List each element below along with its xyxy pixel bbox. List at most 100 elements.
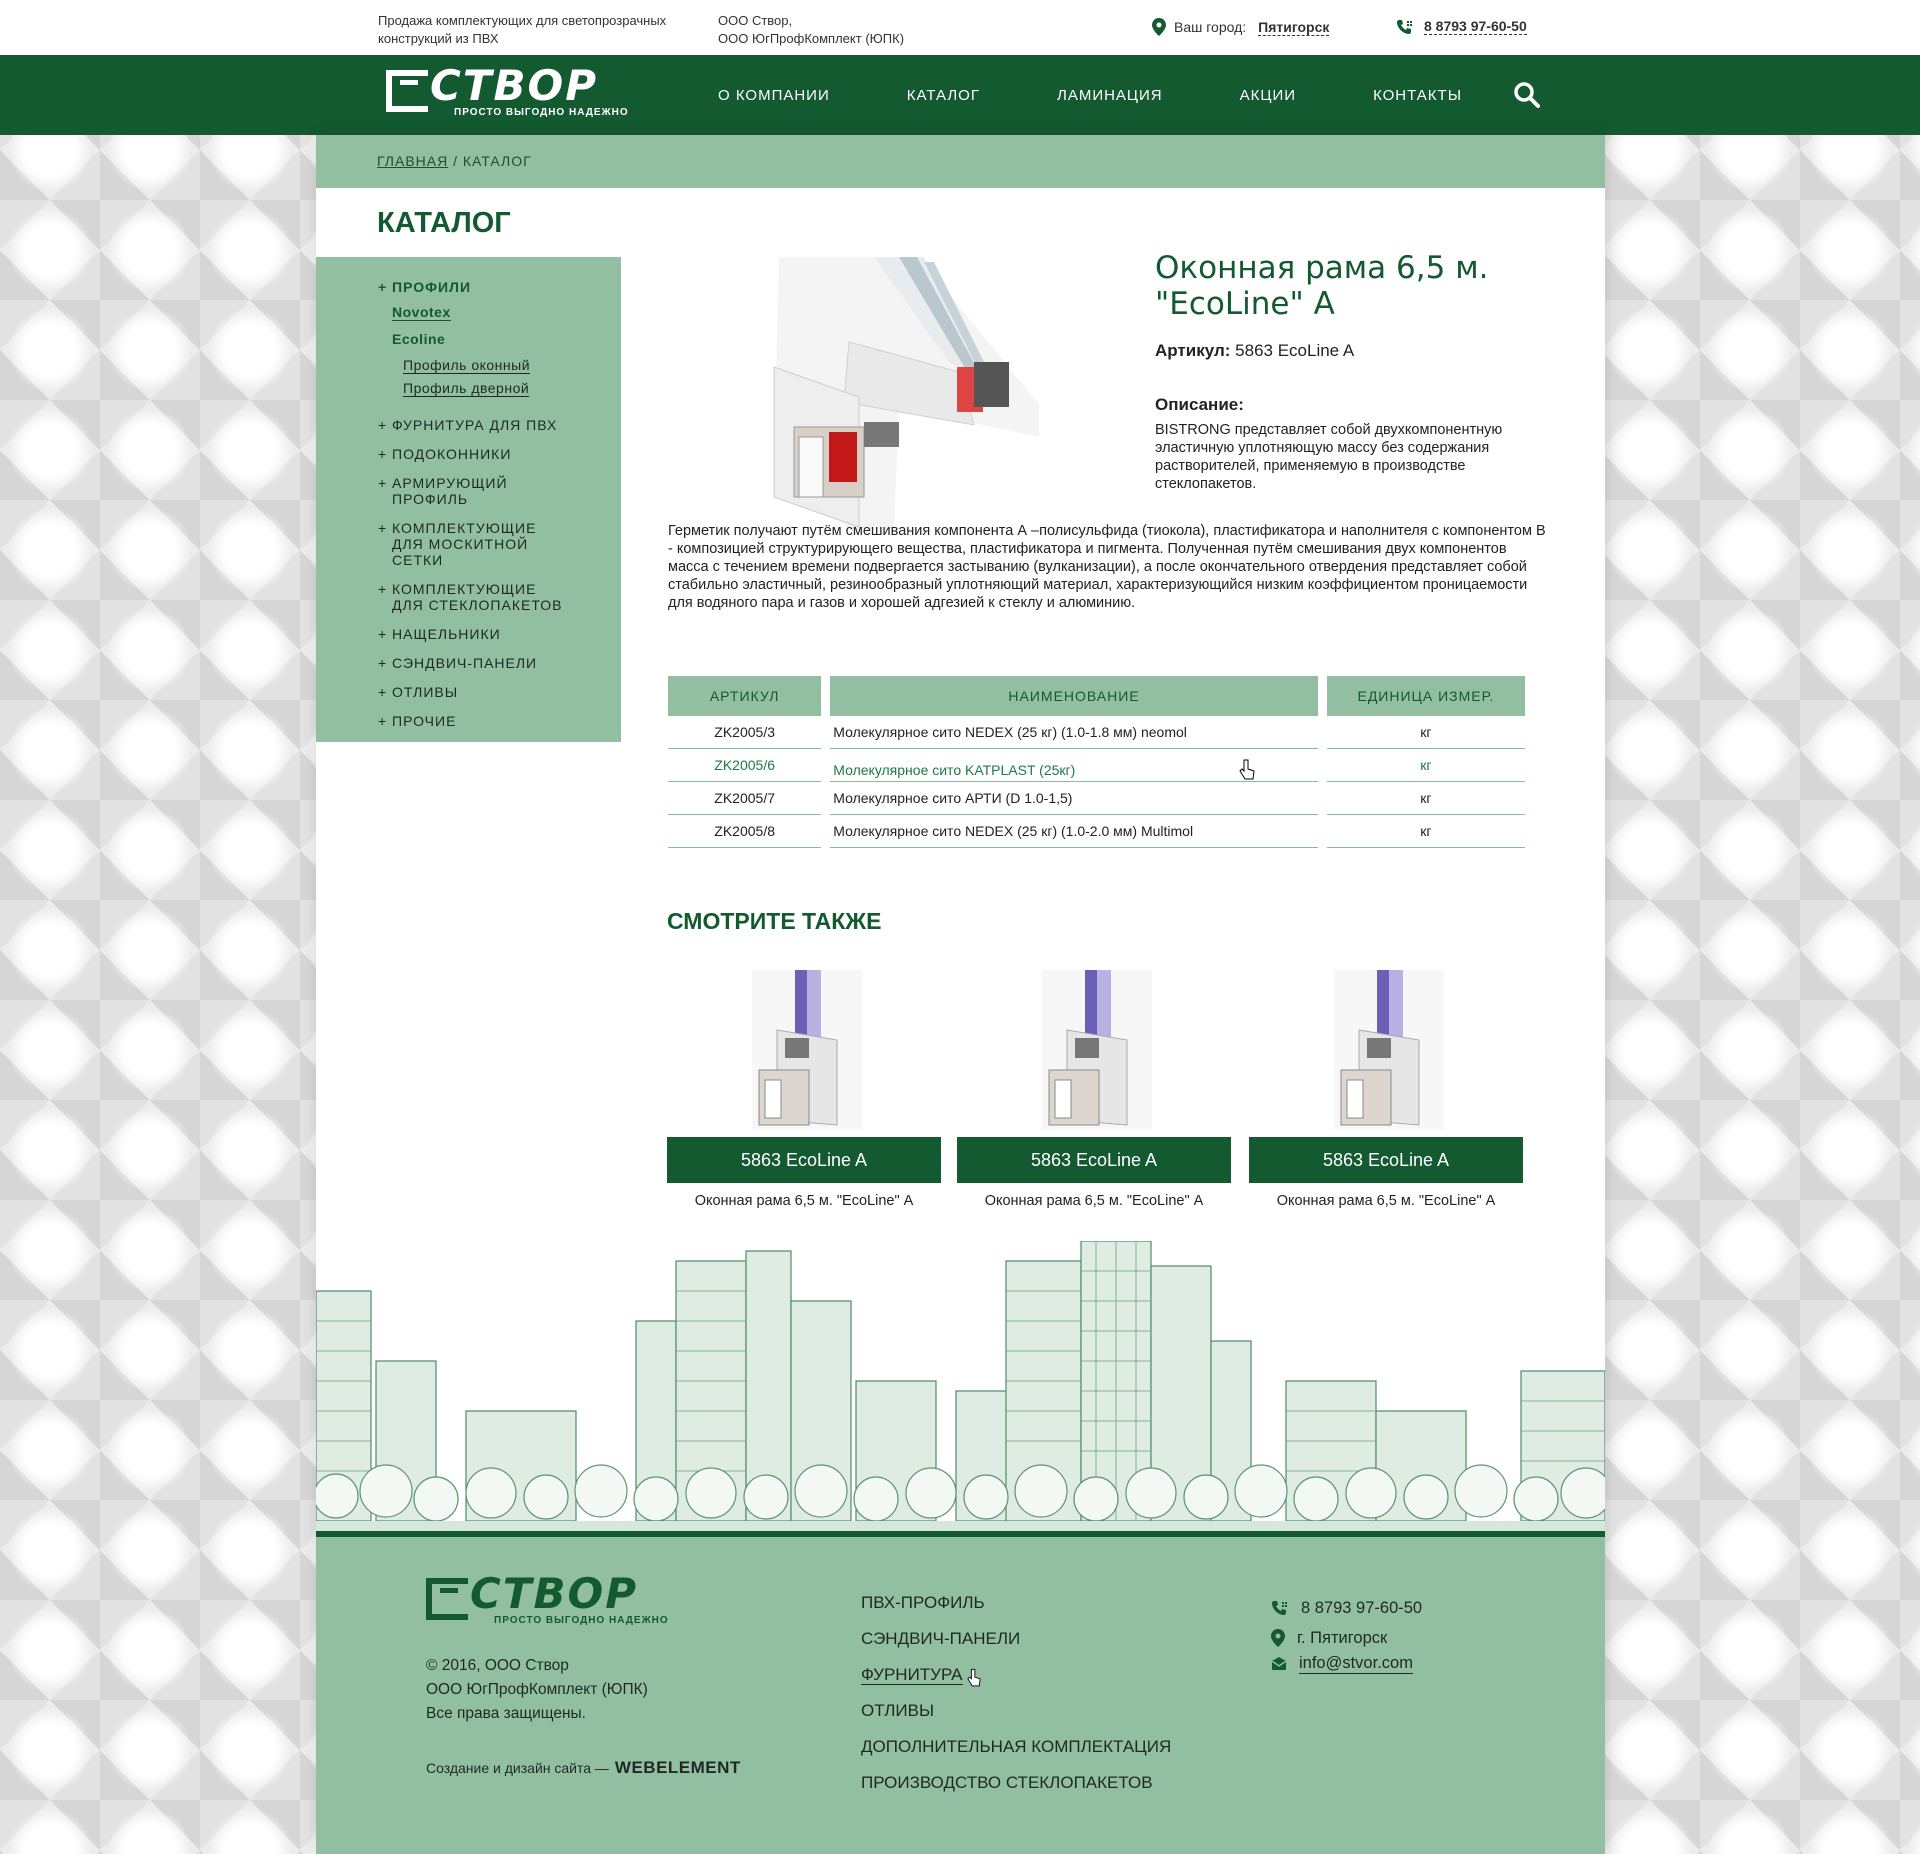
breadcrumb-separator: / [453,153,458,169]
catalog-sidebar: ПРОФИЛИ Novotex Ecoline Профиль оконный … [316,257,621,742]
related-card-image[interactable] [1249,970,1523,1130]
table-row[interactable]: ZK2005/3 Молекулярное сито NEDEX (25 кг)… [668,716,1525,749]
footer-email[interactable]: info@stvor.com [1271,1653,1422,1674]
cell-unit: кг [1326,782,1525,815]
cell-name[interactable]: Молекулярное сито NEDEX (25 кг) (1.0-1.8… [830,716,1318,749]
top-bar: Продажа комплектующих для светопрозрачны… [0,0,1920,55]
nav-item-promo[interactable]: АКЦИИ [1240,87,1296,104]
description-paragraph-2: Герметик получают путём смешивания компо… [668,523,1546,611]
phone-number[interactable]: 8 8793 97-60-50 [1424,18,1527,35]
mail-icon [1271,1656,1287,1670]
footer-menu-item[interactable]: ОТЛИВЫ [861,1693,1171,1729]
footer-logo[interactable]: СТВОР ПРОСТО ВЫГОДНО НАДЕЖНО [426,1569,696,1635]
breadcrumb-current: КАТАЛОГ [462,153,532,169]
related-card-button[interactable]: 5863 EcoLine A [667,1137,941,1183]
city-label: Ваш город: [1174,19,1247,35]
city-selector[interactable]: Ваш город: Пятигорск [1152,18,1330,36]
credit-text: Создание и дизайн сайта — [426,1760,609,1776]
sidebar-item-reinforcing[interactable]: АРМИРУЮЩИЙ ПРОФИЛЬ [316,475,516,507]
cell-unit: кг [1326,815,1525,848]
nav-item-catalog[interactable]: КАТАЛОГ [907,87,980,104]
related-card[interactable]: 5863 EcoLine A Оконная рама 6,5 м. "EcoL… [1249,970,1523,1209]
breadcrumb: ГЛАВНАЯ / КАТАЛОГ [316,135,1605,188]
company-name-2: ООО ЮгПрофКомплект (ЮПК) [718,31,905,46]
cell-name-text[interactable]: Молекулярное сито KATPLAST (25кг) [833,762,1075,778]
related-card-image[interactable] [957,970,1231,1130]
nav-menu: О КОМПАНИИ КАТАЛОГ ЛАМИНАЦИЯ АКЦИИ КОНТА… [718,55,1539,135]
copyright-line-3: Все права защищены. [426,1705,586,1722]
sidebar-item-sandwich[interactable]: СЭНДВИЧ-ПАНЕЛИ [316,655,621,671]
footer-menu-item[interactable]: СЭНДВИЧ-ПАНЕЛИ [861,1621,1171,1657]
copyright-line-2: ООО ЮгПрофКомплект (ЮПК) [426,1681,648,1698]
main-navigation: СТВОР ПРОСТО ВЫГОДНО НАДЕЖНО О КОМПАНИИ … [0,55,1920,135]
sidebar-subitems: Novotex Ecoline Профиль оконный Профиль … [316,304,621,403]
related-card-button[interactable]: 5863 EcoLine A [957,1137,1231,1183]
sidebar-item-profiles[interactable]: ПРОФИЛИ [316,279,621,295]
sidebar-subitem-ecoline[interactable]: Ecoline [392,331,445,347]
cell-name[interactable]: Молекулярное сито NEDEX (25 кг) (1.0-2.0… [830,815,1318,848]
footer-menu: ПВХ-ПРОФИЛЬ СЭНДВИЧ-ПАНЕЛИ ФУРНИТУРА ОТЛ… [861,1585,1171,1801]
footer-menu-item[interactable]: ФУРНИТУРА [861,1657,1171,1693]
copyright-line-1: © 2016, ООО Створ [426,1657,569,1674]
footer-contacts: 8 8793 97-60-50 г. Пятигорск info@stvor.… [1271,1593,1422,1674]
map-pin-icon [1152,18,1166,36]
sidebar-item-trims[interactable]: НАЩЕЛЬНИКИ [316,626,621,642]
header-phone[interactable]: 8 8793 97-60-50 [1396,18,1527,35]
footer-email-link[interactable]: info@stvor.com [1299,1653,1413,1674]
product-image [749,257,1049,529]
main-container: ГЛАВНАЯ / КАТАЛОГ КАТАЛОГ ПРОФИЛИ Novote… [313,135,1612,1854]
footer-menu-item[interactable]: ПВХ-ПРОФИЛЬ [861,1585,1171,1621]
cell-article: ZK2005/6 [668,749,822,782]
sidebar-item-hardware[interactable]: ФУРНИТУРА ДЛЯ ПВХ [316,417,621,433]
footer-menu-item-label[interactable]: ФУРНИТУРА [861,1665,963,1685]
cell-name[interactable]: Молекулярное сито АРТИ (D 1.0-1,5) [830,782,1318,815]
logo-mark [386,70,428,112]
search-button[interactable] [1513,81,1541,114]
article-label: Артикул: [1155,341,1231,360]
sidebar-item-sills[interactable]: ПОДОКОННИКИ [316,446,621,462]
studio-logo[interactable]: WEBELEMENT [615,1758,741,1778]
city-link[interactable]: Пятигорск [1258,19,1330,36]
see-also-title: СМОТРИТЕ ТАКЖЕ [667,908,882,934]
sidebar-subitem-novotex[interactable]: Novotex [392,304,451,321]
cell-article: ZK2005/7 [668,782,822,815]
cursor-hand-icon [967,1668,981,1687]
sidebar-subitem-window-profile[interactable]: Профиль оконный [403,357,531,374]
cell-name[interactable]: Молекулярное сито KATPLAST (25кг) [830,749,1318,782]
footer-city: г. Пятигорск [1271,1623,1422,1653]
table-row[interactable]: ZK2005/6 Молекулярное сито KATPLAST (25к… [668,749,1525,782]
breadcrumb-home[interactable]: ГЛАВНАЯ [377,153,448,169]
description-paragraph-1: BISTRONG представляет собой двухкомпонен… [1155,422,1503,492]
sidebar-subitem-door-profile[interactable]: Профиль дверной [403,380,530,397]
sidebar-item-mosquito[interactable]: КОМПЛЕКТУЮЩИЕ ДЛЯ МОСКИТНОЙ СЕТКИ [316,520,566,568]
footer-phone-number[interactable]: 8 8793 97-60-50 [1301,1593,1422,1623]
tagline: Продажа комплектующих для светопрозрачны… [378,13,667,46]
related-card-caption: Оконная рама 6,5 м. "EcoLine" А [984,1193,1204,1209]
footer-phone[interactable]: 8 8793 97-60-50 [1271,1593,1422,1623]
nav-item-about[interactable]: О КОМПАНИИ [718,87,830,104]
sidebar-item-drips[interactable]: ОТЛИВЫ [316,684,621,700]
table-row[interactable]: ZK2005/7 Молекулярное сито АРТИ (D 1.0-1… [668,782,1525,815]
related-card[interactable]: 5863 EcoLine A Оконная рама 6,5 м. "EcoL… [957,970,1231,1209]
related-card-button[interactable]: 5863 EcoLine A [1249,1137,1523,1183]
footer-menu-item[interactable]: ПРОИЗВОДСТВО СТЕКЛОПАКЕТОВ [861,1765,1171,1801]
related-card-image[interactable] [667,970,941,1130]
sidebar-item-glazing[interactable]: КОМПЛЕКТУЮЩИЕ ДЛЯ СТЕКЛОПАКЕТОВ [316,581,566,613]
footer-credit[interactable]: Создание и дизайн сайта — WEBELEMENT [426,1758,741,1778]
company-name-1: ООО Створ, [718,13,793,28]
description-block-2: Герметик получают путём смешивания компо… [668,522,1548,612]
phone-icon [1272,1601,1287,1615]
sidebar-item-other[interactable]: ПРОЧИЕ [316,713,621,729]
related-card[interactable]: 5863 EcoLine A Оконная рама 6,5 м. "EcoL… [667,970,941,1209]
logo-slogan: ПРОСТО ВЫГОДНО НАДЕЖНО [454,107,629,118]
logo[interactable]: СТВОР ПРОСТО ВЫГОДНО НАДЕЖНО [386,61,656,123]
footer-menu-item[interactable]: ДОПОЛНИТЕЛЬНАЯ КОМПЛЕКТАЦИЯ [861,1729,1171,1765]
cursor-hand-icon [1239,759,1255,779]
footer-logo-word: СТВОР [470,1569,638,1618]
description-label: Описание: [1155,395,1244,414]
nav-item-lamination[interactable]: ЛАМИНАЦИЯ [1057,87,1163,104]
table-row[interactable]: ZK2005/8 Молекулярное сито NEDEX (25 кг)… [668,815,1525,848]
nav-item-contacts[interactable]: КОНТАКТЫ [1373,87,1462,104]
logo-word: СТВОР [430,61,598,110]
table-header: АРТИКУЛ НАИМЕНОВАНИЕ ЕДИНИЦА ИЗМЕР. [668,676,1525,716]
